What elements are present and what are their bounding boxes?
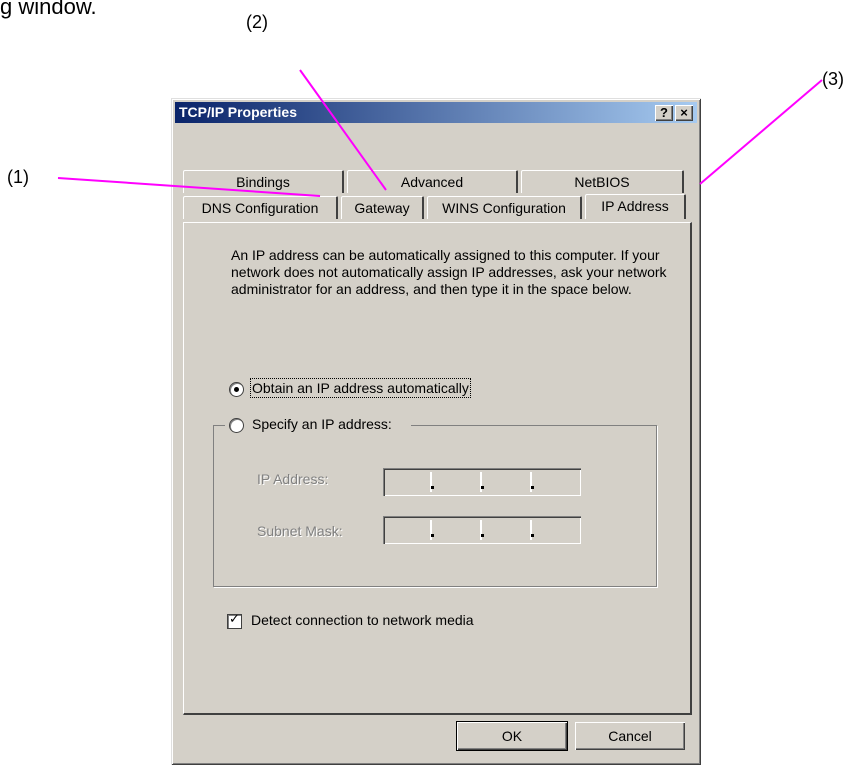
subnet-octet-dot (531, 534, 534, 537)
tab-advanced[interactable]: Advanced (347, 170, 518, 193)
ip-address-label: IP Address: (257, 471, 329, 487)
tab-gateway[interactable]: Gateway (341, 196, 424, 219)
specify-ip-label[interactable]: Specify an IP address: (252, 416, 392, 432)
ip-description-text: An IP address can be automatically assig… (231, 247, 667, 297)
specify-ip-radio[interactable] (229, 418, 244, 433)
detect-media-label[interactable]: Detect connection to network media (251, 612, 474, 628)
tab-ip-address[interactable]: IP Address (585, 194, 686, 219)
subnet-octet-dot (481, 534, 484, 537)
callout-label-1: (1) (7, 167, 29, 187)
cancel-button[interactable]: Cancel (575, 722, 685, 750)
tab-wins-configuration[interactable]: WINS Configuration (427, 196, 582, 219)
subnet-octet-dot (431, 534, 434, 537)
detect-media-checkbox[interactable]: ✓ (227, 612, 242, 629)
tab-bindings[interactable]: Bindings (183, 170, 344, 193)
title-bar[interactable]: TCP/IP Properties ? × (175, 102, 697, 123)
ip-octet-dot (531, 486, 534, 489)
subnet-mask-label: Subnet Mask: (257, 523, 343, 539)
checkmark-icon: ✓ (229, 612, 240, 627)
subnet-mask-input[interactable] (383, 516, 581, 544)
obtain-ip-auto-label[interactable]: Obtain an IP address automatically (250, 378, 471, 398)
callout-label-3: (3) (822, 69, 844, 89)
subnet-octet-divider (530, 520, 532, 540)
tab-netbios[interactable]: NetBIOS (521, 170, 684, 193)
subnet-octet-divider (480, 520, 482, 540)
dialog-title: TCP/IP Properties (179, 104, 298, 120)
ok-button[interactable]: OK (456, 721, 568, 751)
specify-ip-groupbox (213, 425, 657, 587)
document-text-fragment: g window. (0, 0, 97, 19)
tcpip-properties-dialog: TCP/IP Properties ? × Bindings Advanced … (171, 98, 701, 765)
radio-selected-dot (234, 387, 239, 392)
ip-octet-divider (530, 472, 532, 492)
ip-octet-dot (431, 486, 434, 489)
tab-dns-configuration[interactable]: DNS Configuration (183, 196, 338, 219)
callout-label-2: (2) (246, 12, 268, 32)
callout-line-3 (699, 79, 823, 185)
ip-octet-divider (480, 472, 482, 492)
help-button[interactable]: ? (655, 105, 673, 121)
ip-address-input[interactable] (383, 468, 581, 496)
ip-octet-dot (481, 486, 484, 489)
close-button[interactable]: × (675, 105, 693, 121)
ip-octet-divider (430, 472, 432, 492)
subnet-octet-divider (430, 520, 432, 540)
obtain-ip-auto-radio[interactable] (229, 382, 244, 397)
